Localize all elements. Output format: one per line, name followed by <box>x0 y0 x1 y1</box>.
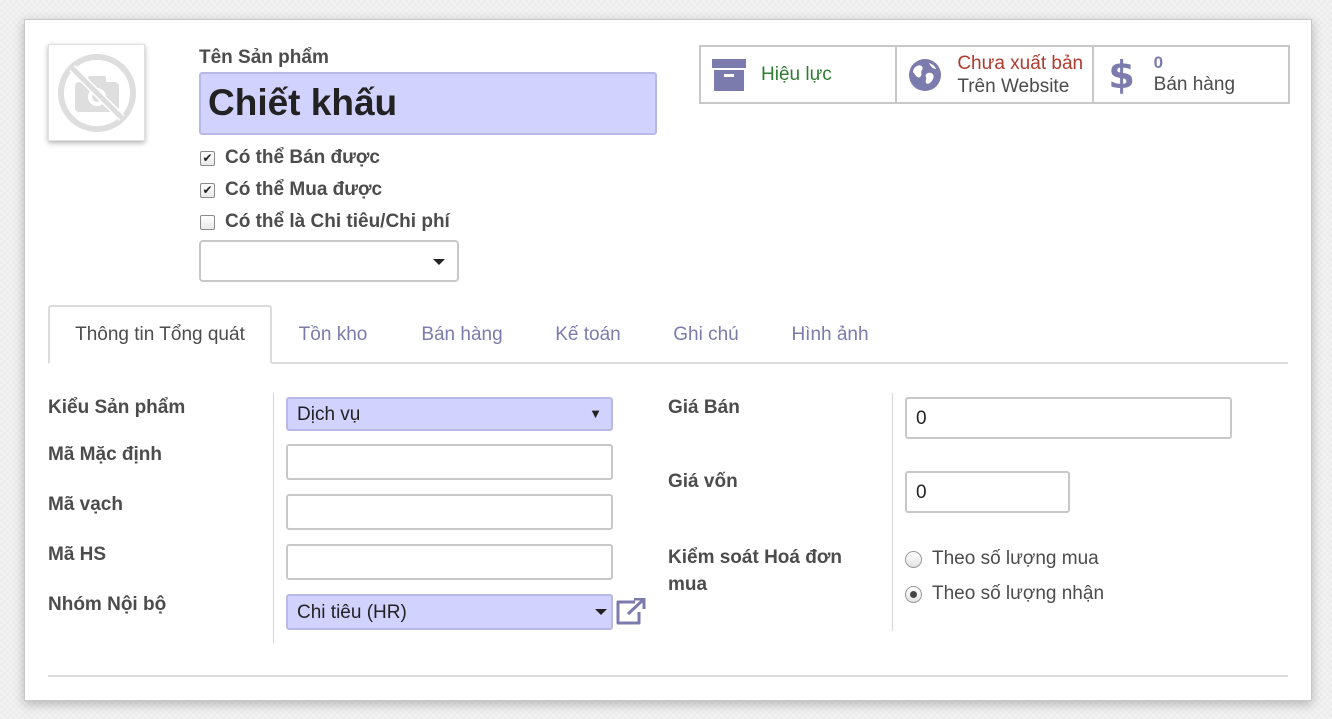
product-form-sheet: Tên Sản phẩm Chiết khấu ✔ Có thể Bán đượ… <box>24 19 1312 701</box>
barcode-label: Mã vạch <box>48 494 123 515</box>
radio-received-label: Theo số lượng nhận <box>932 583 1105 604</box>
expense-ok-label: Có thể là Chi tiêu/Chi phí <box>225 211 450 232</box>
purchase-control-option-ordered[interactable]: Theo số lượng mua <box>905 548 1099 570</box>
tab-sales[interactable]: Bán hàng <box>407 305 517 364</box>
radio-ordered[interactable] <box>905 550 922 568</box>
extra-select[interactable] <box>199 240 459 282</box>
active-label: Hiệu lực <box>761 64 832 85</box>
purchase-control-label: Kiểm soát Hoá đơn mua <box>668 544 842 598</box>
tab-inventory[interactable]: Tồn kho <box>283 305 383 364</box>
sale-price-label: Giá Bán <box>668 397 740 418</box>
sale-price-input[interactable]: 0 <box>905 397 1232 439</box>
sales-count-button[interactable]: $ 0 Bán hàng <box>1094 47 1288 102</box>
sales-stat: 0 Bán hàng <box>1154 53 1235 96</box>
sales-label: Bán hàng <box>1153 74 1236 95</box>
caret-down-icon <box>433 259 445 265</box>
tab-general-info[interactable]: Thông tin Tổng quát <box>48 305 272 364</box>
website-status-line1: Chưa xuất bản <box>957 52 1084 74</box>
sales-count: 0 <box>1153 53 1164 72</box>
internal-category-label: Nhóm Nội bộ <box>48 594 167 615</box>
product-type-label: Kiểu Sản phẩm <box>48 397 186 418</box>
purchase-control-option-received[interactable]: Theo số lượng nhận <box>905 583 1104 605</box>
website-status-line2: Trên Website <box>957 75 1070 97</box>
purchase-ok-label: Có thể Mua được <box>225 179 383 200</box>
tab-notes[interactable]: Ghi chú <box>661 305 751 364</box>
tab-accounting[interactable]: Kế toán <box>541 305 635 364</box>
cost-label: Giá vốn <box>668 471 738 492</box>
expense-ok-checkbox[interactable] <box>200 214 215 230</box>
product-type-select[interactable]: Dịch vụ ▼ <box>286 397 613 431</box>
dollar-icon: $ <box>1108 52 1135 97</box>
right-group-divider <box>892 393 893 631</box>
left-group-divider <box>273 393 274 643</box>
radio-ordered-label: Theo số lượng mua <box>932 548 1099 569</box>
hs-code-input[interactable] <box>286 544 613 580</box>
archive-icon <box>711 57 747 93</box>
product-name-label: Tên Sản phẩm <box>199 47 329 68</box>
purchase-ok-row[interactable]: ✔ Có thể Mua được <box>200 179 382 201</box>
sale-ok-checkbox[interactable]: ✔ <box>200 150 215 166</box>
caret-down-icon: ▼ <box>589 406 602 421</box>
product-image[interactable] <box>48 44 145 141</box>
product-type-value: Dịch vụ <box>297 404 361 425</box>
smart-buttons: Hiệu lực Chưa xuất bản Trên Website $ 0 … <box>699 45 1290 104</box>
no-camera-icon <box>57 53 136 132</box>
tab-images[interactable]: Hình ảnh <box>779 305 881 364</box>
internal-category-select[interactable]: Chi tiêu (HR) <box>286 594 613 630</box>
globe-icon <box>907 57 943 93</box>
sale-ok-row[interactable]: ✔ Có thể Bán được <box>200 147 380 169</box>
external-link-icon[interactable] <box>615 597 647 626</box>
default-code-input[interactable] <box>286 444 613 480</box>
purchase-control-label-line1: Kiểm soát Hoá đơn <box>668 547 842 568</box>
hs-code-label: Mã HS <box>48 544 107 565</box>
product-name-input[interactable]: Chiết khấu <box>199 72 657 135</box>
radio-received[interactable] <box>905 585 922 603</box>
active-toggle-button[interactable]: Hiệu lực <box>701 47 898 102</box>
sale-ok-label: Có thể Bán được <box>225 147 380 168</box>
internal-category-value: Chi tiêu (HR) <box>297 602 407 623</box>
purchase-ok-checkbox[interactable]: ✔ <box>200 182 215 198</box>
barcode-input[interactable] <box>286 494 613 530</box>
website-status: Chưa xuất bản Trên Website <box>957 52 1083 98</box>
cost-input[interactable]: 0 <box>905 471 1070 513</box>
purchase-control-label-line2: mua <box>668 574 708 595</box>
website-publish-button[interactable]: Chưa xuất bản Trên Website <box>897 47 1094 102</box>
expense-ok-row[interactable]: Có thể là Chi tiêu/Chi phí <box>200 211 450 233</box>
section-separator <box>48 675 1288 677</box>
default-code-label: Mã Mặc định <box>48 444 163 465</box>
caret-down-icon <box>595 609 607 615</box>
